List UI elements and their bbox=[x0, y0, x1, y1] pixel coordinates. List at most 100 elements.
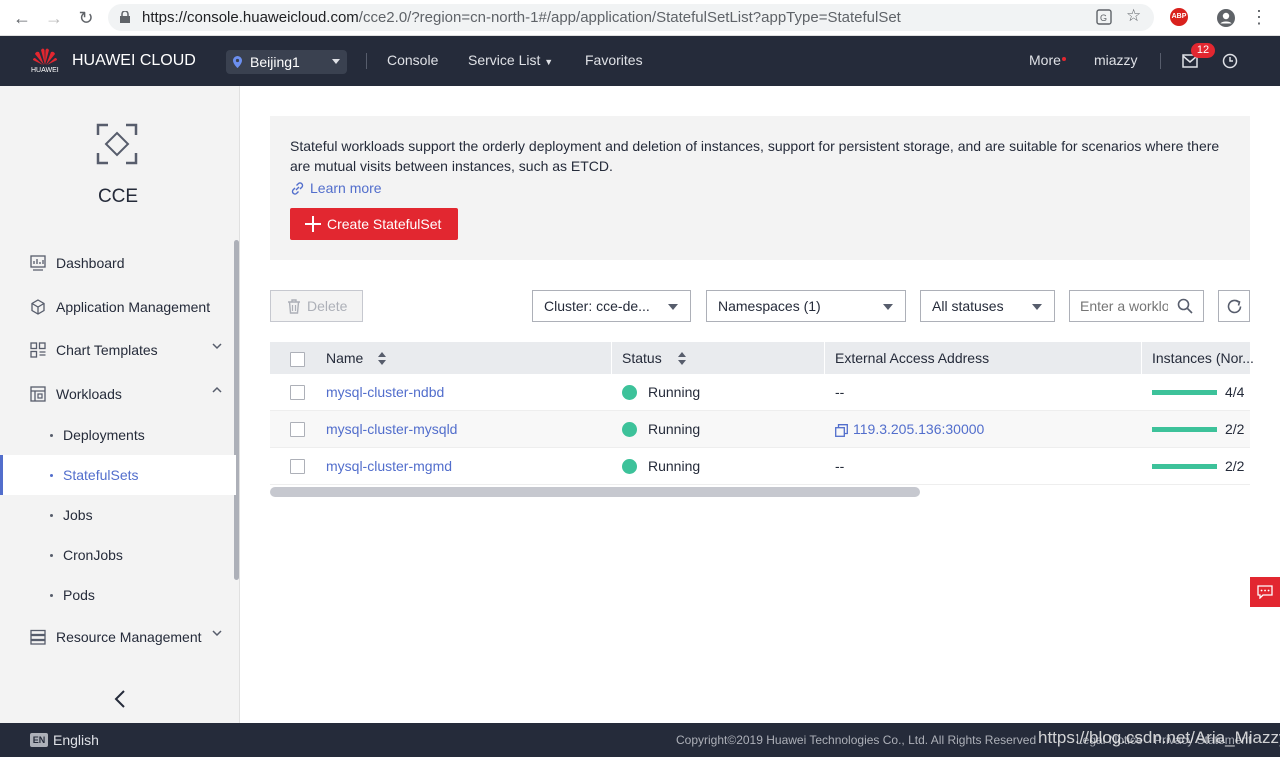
row-checkbox[interactable] bbox=[290, 459, 305, 474]
sidebar-item-workloads[interactable]: Workloads bbox=[0, 374, 236, 414]
learn-more-label: Learn more bbox=[310, 180, 382, 196]
cce-icon bbox=[96, 123, 138, 165]
column-header-instances: Instances (Nor... bbox=[1152, 350, 1254, 366]
bullet bbox=[50, 434, 53, 437]
user-menu[interactable]: miazzy bbox=[1094, 52, 1138, 68]
external-address-link[interactable]: 119.3.205.136:30000 bbox=[853, 421, 984, 437]
search-field[interactable] bbox=[1069, 290, 1204, 322]
table-row: mysql-cluster-ndbd Running -- 4/4 bbox=[270, 374, 1250, 411]
create-statefulset-button[interactable]: Create StatefulSet bbox=[290, 208, 458, 240]
link-icon bbox=[291, 182, 304, 195]
select-all-checkbox[interactable] bbox=[290, 352, 305, 367]
back-icon[interactable]: ← bbox=[12, 8, 32, 28]
instances-count: 2/2 bbox=[1225, 421, 1245, 437]
running-icon bbox=[622, 385, 637, 400]
sidebar: CCE Dashboard Application Management Cha… bbox=[0, 86, 240, 723]
caret-down-icon bbox=[1032, 304, 1042, 310]
sort-icon[interactable] bbox=[678, 352, 686, 365]
brand-name[interactable]: HUAWEI CLOUD bbox=[72, 52, 196, 70]
service-title: CCE bbox=[97, 186, 139, 207]
external-address: -- bbox=[835, 384, 845, 400]
search-input[interactable] bbox=[1080, 296, 1168, 316]
url-text: https://console.huaweicloud.com/cce2.0/?… bbox=[142, 9, 901, 26]
divider bbox=[1160, 53, 1161, 69]
workload-name-link[interactable]: mysql-cluster-mysqld bbox=[326, 421, 457, 437]
delete-button[interactable]: Delete bbox=[270, 290, 363, 322]
instances-progress-bar bbox=[1152, 390, 1217, 395]
row-checkbox[interactable] bbox=[290, 422, 305, 437]
feedback-icon bbox=[1257, 585, 1273, 599]
sidebar-subitem-label: Pods bbox=[63, 587, 95, 603]
instances-progress-bar bbox=[1152, 427, 1217, 432]
sidebar-subitem-cronjobs[interactable]: CronJobs bbox=[0, 535, 236, 575]
table-horizontal-scrollbar[interactable] bbox=[270, 487, 920, 497]
address-bar[interactable]: https://console.huaweicloud.com/cce2.0/?… bbox=[108, 4, 1154, 31]
refresh-button[interactable] bbox=[1218, 290, 1250, 322]
language-badge: EN bbox=[30, 733, 48, 747]
forward-icon[interactable]: → bbox=[44, 8, 64, 28]
instances-count: 4/4 bbox=[1225, 384, 1245, 400]
reload-icon[interactable]: ↻ bbox=[76, 8, 96, 28]
workload-name-link[interactable]: mysql-cluster-mgmd bbox=[326, 458, 452, 474]
feedback-button[interactable] bbox=[1250, 577, 1280, 607]
translate-icon[interactable]: G bbox=[1096, 9, 1112, 25]
instances-progress-bar bbox=[1152, 464, 1217, 469]
workload-name-link[interactable]: mysql-cluster-ndbd bbox=[326, 384, 444, 400]
more-menu[interactable]: More bbox=[1029, 52, 1061, 68]
huawei-logo[interactable] bbox=[32, 46, 58, 66]
column-header-name[interactable]: Name bbox=[326, 350, 363, 366]
cluster-select[interactable]: Cluster: cce-de... bbox=[532, 290, 691, 322]
status-text: Running bbox=[648, 421, 701, 437]
external-address: -- bbox=[835, 458, 845, 474]
namespace-select-value: Namespaces (1) bbox=[718, 298, 821, 314]
language-selector[interactable]: English bbox=[53, 732, 99, 748]
sidebar-subitem-label: CronJobs bbox=[63, 547, 123, 563]
caret-down-icon bbox=[668, 304, 678, 310]
region-label: Beijing1 bbox=[250, 54, 300, 70]
status-select-value: All statuses bbox=[932, 298, 1004, 314]
caret-down-icon: ▼ bbox=[544, 57, 554, 67]
trash-icon bbox=[288, 299, 300, 314]
instances-count: 2/2 bbox=[1225, 458, 1245, 474]
account-icon[interactable] bbox=[1216, 8, 1236, 28]
browser-toolbar: ← → ↻ https://console.huaweicloud.com/cc… bbox=[0, 0, 1280, 36]
app-management-icon bbox=[31, 299, 45, 315]
namespace-select[interactable]: Namespaces (1) bbox=[706, 290, 906, 322]
service-list-menu[interactable]: Service List ▼ bbox=[468, 52, 553, 68]
learn-more-link[interactable]: Learn more bbox=[290, 180, 382, 196]
sidebar-item-application-management[interactable]: Application Management bbox=[0, 287, 236, 327]
status-select[interactable]: All statuses bbox=[920, 290, 1055, 322]
cluster-select-value: Cluster: cce-de... bbox=[544, 298, 650, 314]
mail-count-badge: 12 bbox=[1191, 43, 1215, 58]
bullet bbox=[50, 554, 53, 557]
bullet bbox=[50, 474, 53, 477]
favorites-link[interactable]: Favorites bbox=[585, 52, 643, 68]
sidebar-subitem-jobs[interactable]: Jobs bbox=[0, 495, 236, 535]
console-link[interactable]: Console bbox=[387, 52, 438, 68]
collapse-sidebar-icon[interactable] bbox=[114, 690, 126, 708]
footer: EN English Copyright©2019 Huawei Technol… bbox=[0, 723, 1280, 757]
sidebar-subitem-deployments[interactable]: Deployments bbox=[0, 415, 236, 455]
copy-icon[interactable] bbox=[835, 424, 848, 437]
star-icon[interactable]: ☆ bbox=[1126, 6, 1141, 26]
svg-text:G: G bbox=[1100, 13, 1107, 23]
status-text: Running bbox=[648, 384, 701, 400]
sidebar-item-dashboard[interactable]: Dashboard bbox=[0, 243, 236, 283]
notification-dot bbox=[1062, 57, 1066, 61]
status-text: Running bbox=[648, 458, 701, 474]
sidebar-item-resource-management[interactable]: Resource Management bbox=[0, 617, 236, 657]
row-checkbox[interactable] bbox=[290, 385, 305, 400]
sort-icon[interactable] bbox=[378, 352, 386, 365]
column-header-status[interactable]: Status bbox=[622, 350, 662, 366]
abp-extension-icon[interactable]: ABP bbox=[1170, 8, 1188, 26]
bullet bbox=[50, 514, 53, 517]
bullet bbox=[50, 594, 53, 597]
sidebar-item-chart-templates[interactable]: Chart Templates bbox=[0, 330, 236, 370]
menu-dots-icon[interactable]: ⋮ bbox=[1250, 6, 1268, 28]
sidebar-subitem-pods[interactable]: Pods bbox=[0, 575, 236, 615]
region-selector[interactable]: Beijing1 bbox=[226, 50, 347, 74]
search-icon[interactable] bbox=[1177, 298, 1193, 314]
sidebar-subitem-statefulsets[interactable]: StatefulSets bbox=[0, 455, 236, 495]
huawei-logo-text: HUAWEI bbox=[31, 67, 59, 74]
clock-icon[interactable] bbox=[1222, 53, 1238, 69]
